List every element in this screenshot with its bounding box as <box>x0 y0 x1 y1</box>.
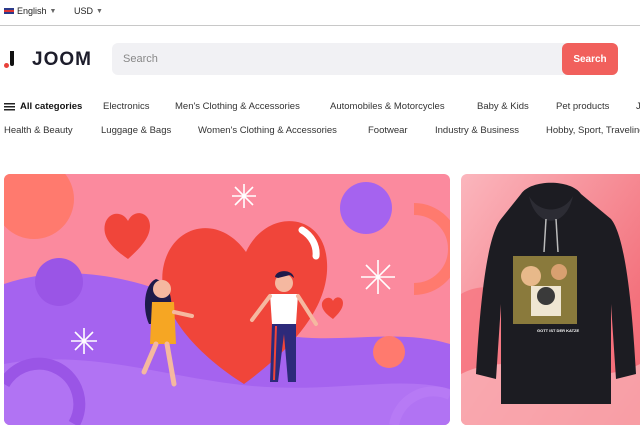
language-selector[interactable]: English ▼ <box>4 6 56 16</box>
category-automobiles[interactable]: Automobiles & Motorcycles <box>330 101 445 112</box>
category-womens-clothing[interactable]: Women's Clothing & Accessories <box>198 125 337 136</box>
promo-banner-valentine[interactable] <box>4 174 450 425</box>
uk-flag-icon <box>4 8 14 14</box>
valentine-illustration <box>4 174 450 425</box>
logo-text: JOOM <box>32 49 92 70</box>
currency-label: USD <box>74 6 94 16</box>
category-luggage-bags[interactable]: Luggage & Bags <box>101 125 171 136</box>
joom-logo[interactable]: JOOM <box>4 49 92 71</box>
all-categories-button[interactable]: All categories <box>4 101 82 112</box>
category-hobby-sport[interactable]: Hobby, Sport, Traveling <box>546 125 640 136</box>
promo-banner-hoodie[interactable]: GOTT IST DER KATZE <box>461 174 640 425</box>
search-input[interactable] <box>112 43 563 75</box>
category-pet-products[interactable]: Pet products <box>556 101 609 112</box>
currency-selector[interactable]: USD ▼ <box>74 6 103 16</box>
search-bar: Search <box>112 43 618 75</box>
category-footwear[interactable]: Footwear <box>368 125 408 136</box>
all-categories-label: All categories <box>20 101 83 112</box>
chevron-down-icon: ▼ <box>49 7 57 15</box>
top-bar: English ▼ USD ▼ <box>0 0 640 26</box>
hoodie-product-image <box>461 174 640 425</box>
menu-icon <box>4 102 15 111</box>
category-electronics[interactable]: Electronics <box>103 101 149 112</box>
category-industry-business[interactable]: Industry & Business <box>435 125 519 136</box>
category-mens-clothing[interactable]: Men's Clothing & Accessories <box>175 101 300 112</box>
joom-logo-icon <box>4 50 18 70</box>
category-truncated[interactable]: J <box>636 101 640 112</box>
hoodie-print-text: GOTT IST DER KATZE <box>537 328 580 333</box>
language-label: English <box>17 6 47 16</box>
category-health-beauty[interactable]: Health & Beauty <box>4 125 73 136</box>
category-baby-kids[interactable]: Baby & Kids <box>477 101 529 112</box>
chevron-down-icon: ▼ <box>96 7 103 15</box>
search-button[interactable]: Search <box>562 43 618 75</box>
